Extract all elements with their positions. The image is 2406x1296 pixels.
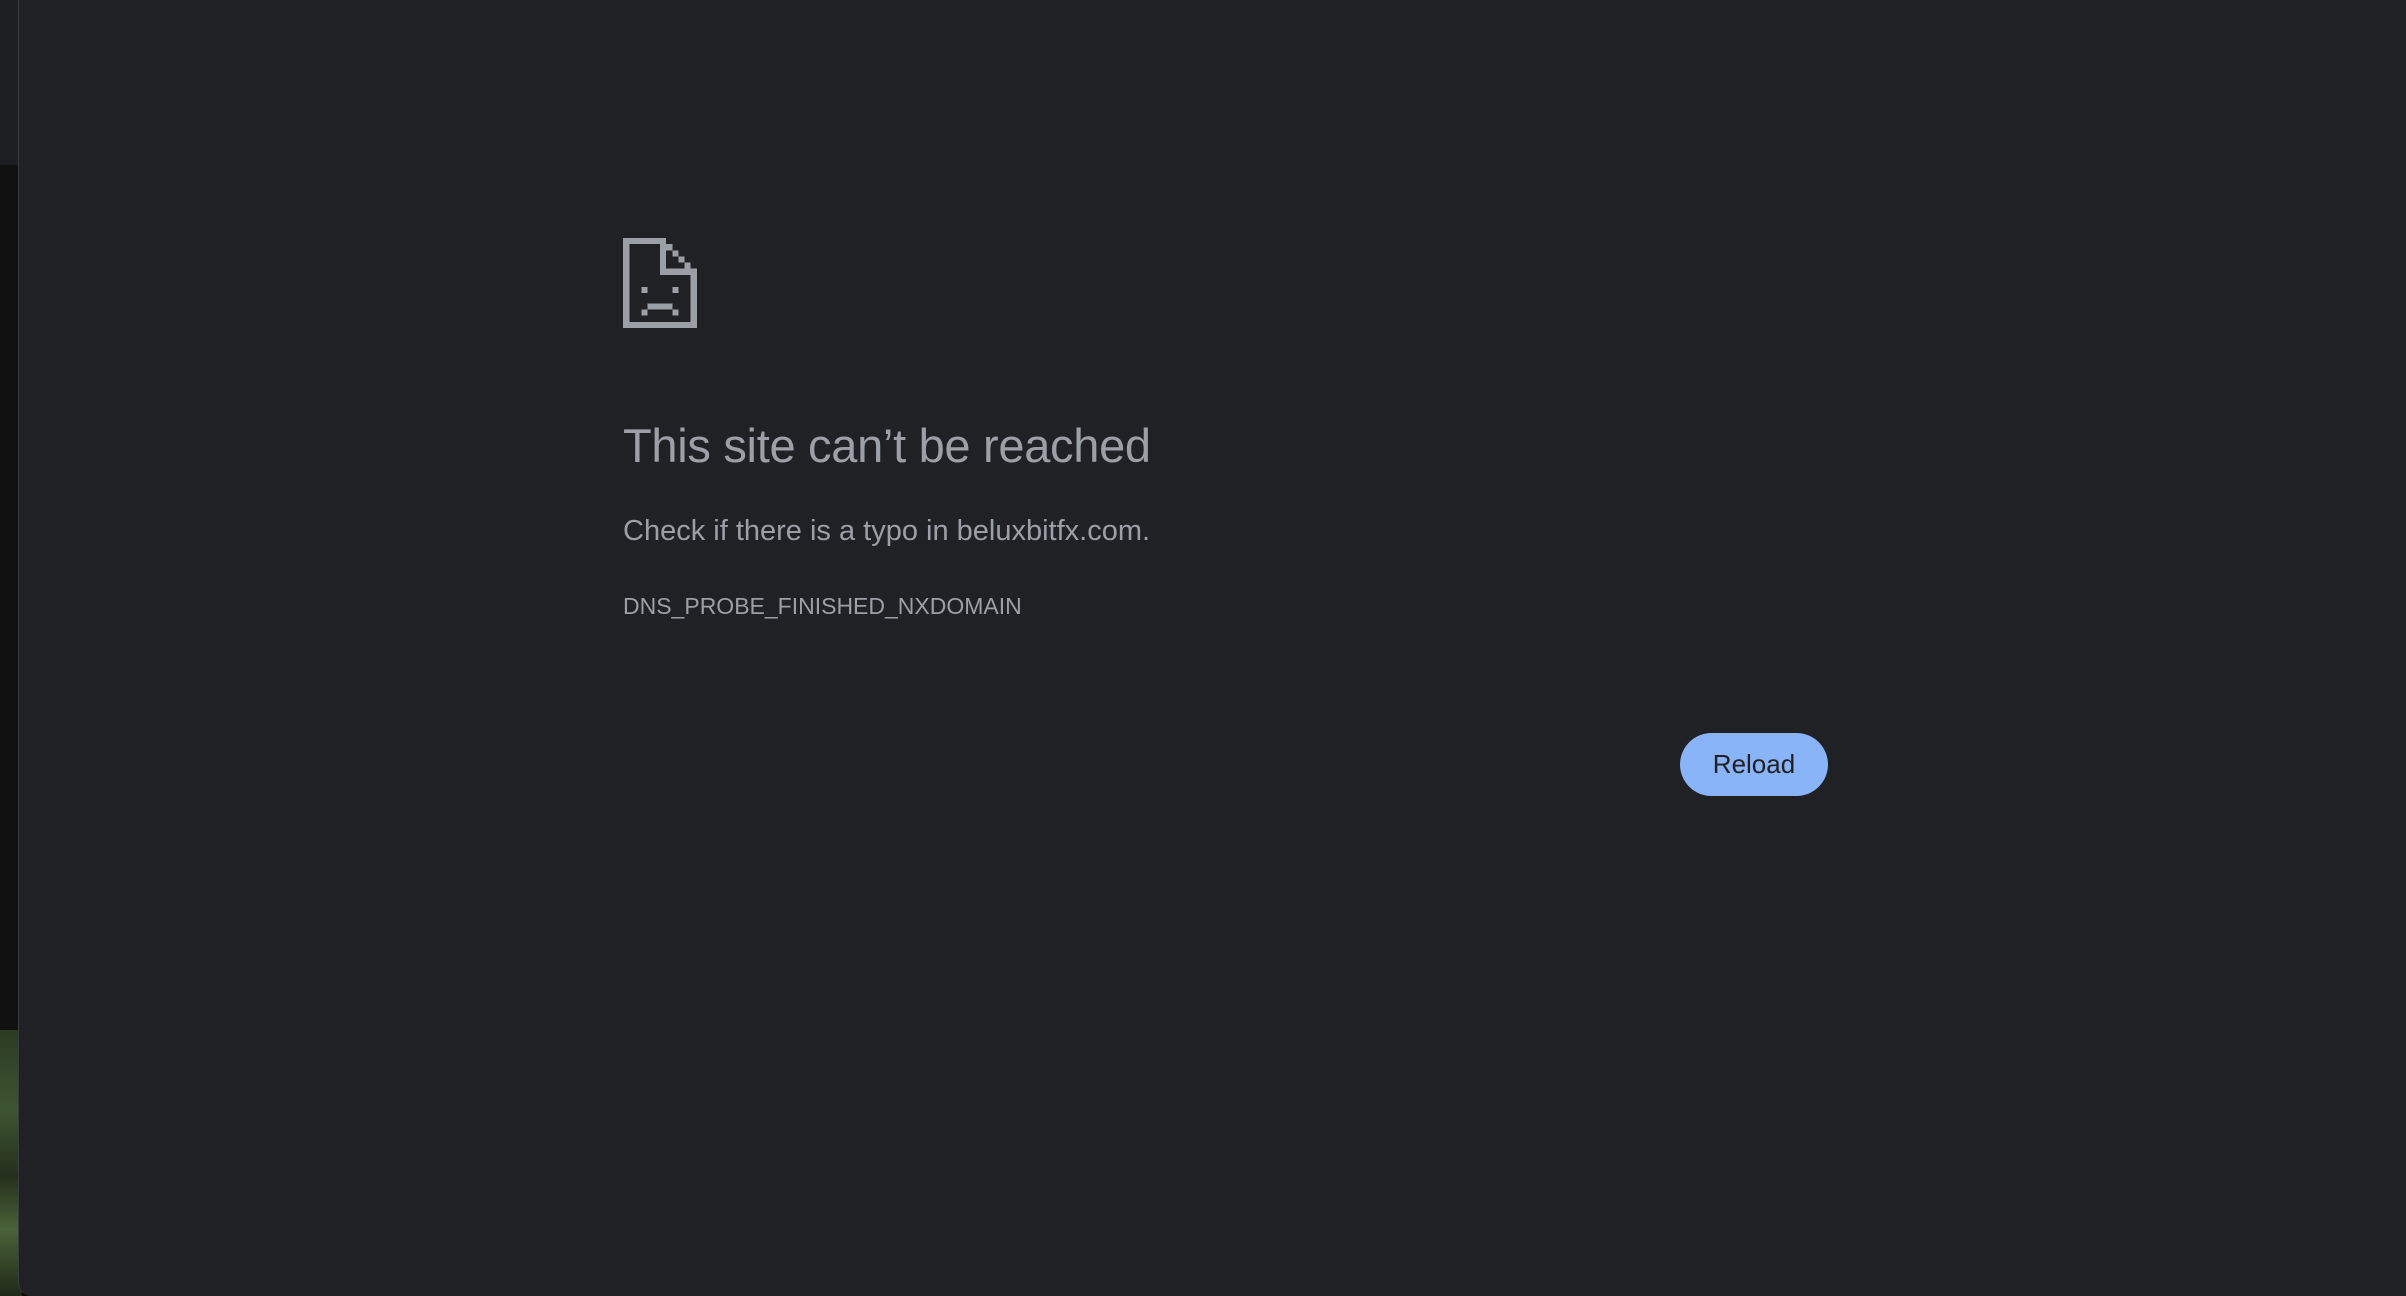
sad-document-icon xyxy=(623,238,697,328)
browser-window: This site can’t be reached Check if ther… xyxy=(18,0,2406,1296)
error-title: This site can’t be reached xyxy=(623,419,1151,472)
error-message: Check if there is a typo in beluxbitfx.c… xyxy=(623,515,1151,547)
reload-button[interactable]: Reload xyxy=(1680,733,1828,796)
error-code: DNS_PROBE_FINISHED_NXDOMAIN xyxy=(623,593,1022,619)
